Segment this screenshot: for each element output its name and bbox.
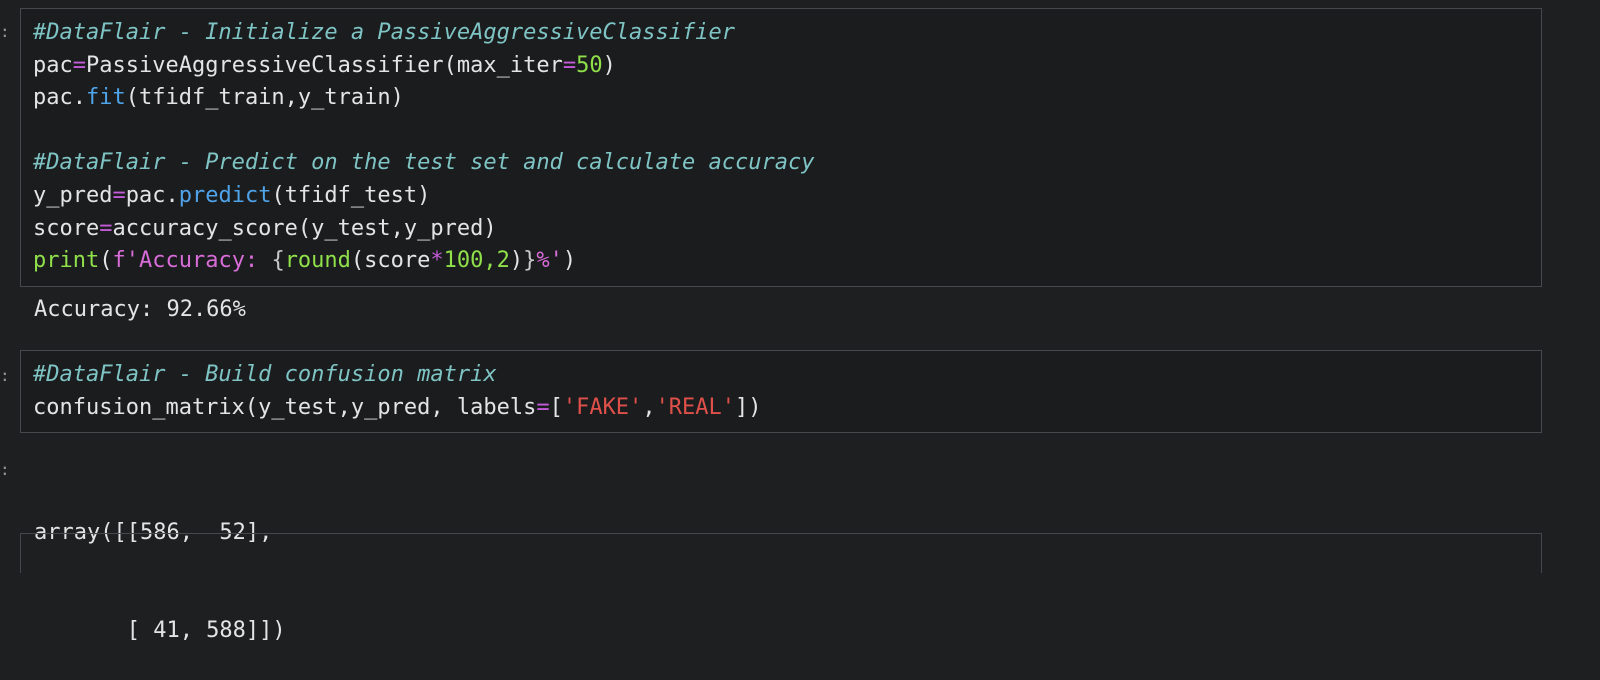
- cell-output-1: Accuracy: 92.66%: [34, 297, 246, 322]
- code-token: confusion_matrix(y_test,y_pred, labels: [33, 394, 537, 420]
- code-line: #DataFlair - Predict on the test set and…: [33, 147, 1541, 180]
- code-token: score: [33, 215, 100, 241]
- code-string: %': [536, 248, 563, 274]
- code-comment: #DataFlair - Initialize a PassiveAggress…: [33, 20, 735, 45]
- code-line: #DataFlair - Initialize a PassiveAggress…: [33, 17, 1541, 50]
- code-operator: =: [72, 52, 86, 78]
- code-method: predict: [178, 182, 272, 208]
- code-operator: =: [112, 182, 126, 208]
- code-token: {: [271, 248, 285, 274]
- code-comment: #DataFlair - Predict on the test set and…: [33, 150, 815, 176]
- code-line: #DataFlair - Build confusion matrix: [33, 359, 1541, 392]
- code-token: (score: [350, 248, 431, 274]
- code-cell-2[interactable]: #DataFlair - Build confusion matrix conf…: [20, 350, 1542, 433]
- code-token: (: [99, 248, 113, 274]
- code-token: (tfidf_train,y_train): [125, 85, 404, 111]
- code-token: PassiveAggressiveClassifier(max_iter: [86, 52, 563, 78]
- code-token: accuracy_score(y_test,y_pred): [112, 215, 497, 241]
- code-method: fit: [85, 85, 126, 111]
- code-token: ): [509, 248, 524, 274]
- code-operator: =: [99, 215, 113, 241]
- code-line: score=accuracy_score(y_test,y_pred): [33, 213, 1541, 246]
- code-token: }: [523, 248, 537, 274]
- output-gutter-mark: :: [0, 460, 10, 479]
- code-string: 'FAKE': [562, 394, 643, 420]
- output-line: [ 41, 588]]): [34, 617, 286, 643]
- code-token: ]): [735, 394, 762, 420]
- code-operator: *: [430, 248, 444, 274]
- code-line: pac.fit(tfidf_train,y_train): [33, 82, 1541, 115]
- code-line: print(f'Accuracy: {round(score*100,2)}%'…: [33, 245, 1541, 278]
- code-number: 100,2: [443, 248, 510, 274]
- code-token: pac.: [33, 85, 86, 111]
- cell-gutter-mark: :: [0, 366, 10, 385]
- code-line: confusion_matrix(y_test,y_pred, labels=[…: [33, 392, 1541, 425]
- code-token: [: [549, 394, 563, 420]
- cell-gutter-mark: :: [0, 22, 10, 41]
- code-number: 50: [576, 52, 603, 78]
- code-comment: #DataFlair - Build confusion matrix: [33, 362, 497, 387]
- code-token: (tfidf_test): [271, 182, 431, 208]
- code-line: pac=PassiveAggressiveClassifier(max_iter…: [33, 50, 1541, 83]
- code-cell-3[interactable]: [20, 533, 1542, 573]
- code-cell-1[interactable]: #DataFlair - Initialize a PassiveAggress…: [20, 8, 1542, 287]
- code-token: pac: [33, 52, 73, 78]
- code-string: f'Accuracy:: [112, 248, 272, 274]
- code-token: ,: [642, 394, 656, 420]
- code-token: y_pred: [33, 182, 113, 208]
- code-token: ): [562, 248, 577, 274]
- code-token: ): [602, 52, 616, 78]
- code-operator: =: [536, 394, 550, 420]
- code-builtin: round: [284, 248, 351, 274]
- code-token: pac.: [125, 182, 179, 208]
- code-string: 'REAL': [655, 394, 736, 420]
- code-operator: =: [562, 52, 577, 78]
- code-builtin: print: [33, 248, 100, 274]
- code-line: y_pred=pac.predict(tfidf_test): [33, 180, 1541, 213]
